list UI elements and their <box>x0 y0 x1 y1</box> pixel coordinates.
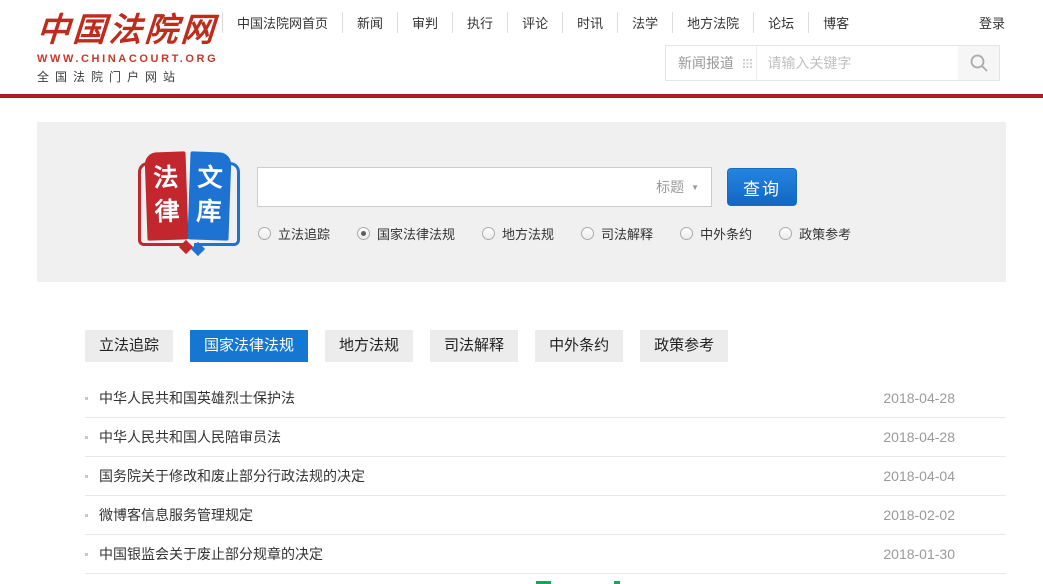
query-button[interactable]: 查询 <box>727 168 797 206</box>
top-nav-item[interactable]: 法学 <box>617 12 672 33</box>
document-title: 国务院关于修改和废止部分行政法规的决定 <box>99 466 883 486</box>
document-row[interactable]: 微博客信息服务管理规定 2018-02-02 <box>85 496 1006 535</box>
category-tab[interactable]: 立法追踪 <box>85 330 173 362</box>
top-nav-item[interactable]: 博客 <box>808 12 863 33</box>
document-title: 中华人民共和国人民陪审员法 <box>99 427 883 447</box>
document-row[interactable]: 中华人民共和国人民陪审员法 2018-04-28 <box>85 418 1006 457</box>
category-radio-group: 立法追踪 国家法律法规 地方法规 司法解释 中外条约 <box>258 224 878 243</box>
document-title: 微博客信息服务管理规定 <box>99 505 883 525</box>
bullet-icon <box>85 514 88 517</box>
site-logo-url: WWW.CHINACOURT.ORG <box>37 53 218 65</box>
category-radio[interactable]: 司法解释 <box>581 224 653 243</box>
radio-circle-icon <box>581 227 594 240</box>
top-nav-item[interactable]: 新闻 <box>342 12 397 33</box>
site-logo[interactable]: 中国法院网 WWW.CHINACOURT.ORG 全国法院门户网站 <box>37 8 218 85</box>
search-field-selector[interactable]: 标题 ▼ <box>644 168 711 206</box>
radio-circle-icon <box>258 227 271 240</box>
radio-label: 司法解释 <box>601 224 653 243</box>
top-nav-item[interactable]: 执行 <box>452 12 507 33</box>
category-tabs: 立法追踪 国家法律法规 地方法规 司法解释 中外条约 政策参考 <box>85 330 1043 362</box>
category-radio[interactable]: 国家法律法规 <box>357 224 455 243</box>
chevron-down-icon: ▼ <box>691 183 699 192</box>
book-page-left: 法 律 <box>144 151 188 240</box>
radio-label: 地方法规 <box>502 224 554 243</box>
category-tab[interactable]: 国家法律法规 <box>190 330 308 362</box>
radio-circle-icon <box>680 227 693 240</box>
magnifier-icon <box>969 53 989 73</box>
site-search-input[interactable] <box>757 46 958 80</box>
radio-circle-icon <box>779 227 792 240</box>
bullet-icon <box>85 397 88 400</box>
site-search-button[interactable] <box>958 46 999 80</box>
top-nav-item[interactable]: 评论 <box>507 12 562 33</box>
category-radio[interactable]: 立法追踪 <box>258 224 330 243</box>
document-date: 2018-04-04 <box>883 468 1006 484</box>
library-search-input[interactable] <box>258 168 711 206</box>
search-category-dropdown[interactable]: 新闻报道 <box>666 46 757 80</box>
top-nav-item[interactable]: 中国法院网首页 <box>222 12 342 33</box>
search-field-selector-value: 标题 <box>656 177 684 197</box>
bullet-icon <box>85 436 88 439</box>
radio-label: 立法追踪 <box>278 224 330 243</box>
document-row[interactable]: 国务院关于修改和废止部分行政法规的决定 2018-04-04 <box>85 457 1006 496</box>
document-title: 中华人民共和国英雄烈士保护法 <box>99 388 883 408</box>
book-page-right: 文 库 <box>187 151 231 240</box>
top-nav: 中国法院网首页 新闻 审判 执行 评论 时讯 法学 地方法院 论坛 博客 <box>222 12 863 33</box>
category-tab[interactable]: 司法解释 <box>430 330 518 362</box>
book-char: 库 <box>196 196 222 231</box>
law-library-book-logo: 法 律 文 库 <box>137 150 241 254</box>
book-char: 法 <box>153 162 179 197</box>
radio-circle-icon <box>357 227 370 240</box>
document-list: 中华人民共和国英雄烈士保护法 2018-04-28 中华人民共和国人民陪审员法 … <box>85 379 1006 574</box>
library-search-field: 标题 ▼ <box>257 167 712 207</box>
radio-label: 中外条约 <box>700 224 752 243</box>
document-row[interactable]: 中国银监会关于废止部分规章的决定 2018-01-30 <box>85 535 1006 574</box>
radio-circle-icon <box>482 227 495 240</box>
search-category-label: 新闻报道 <box>678 53 734 73</box>
bullet-icon <box>85 553 88 556</box>
document-title: 中国银监会关于废止部分规章的决定 <box>99 544 883 564</box>
category-radio[interactable]: 政策参考 <box>779 224 851 243</box>
radio-label: 政策参考 <box>799 224 851 243</box>
site-search-bar: 新闻报道 <box>665 45 1000 81</box>
category-tab[interactable]: 中外条约 <box>535 330 623 362</box>
grid-dots-icon <box>743 59 752 68</box>
header: 中国法院网 WWW.CHINACOURT.ORG 全国法院门户网站 中国法院网首… <box>0 0 1043 94</box>
book-char: 文 <box>197 162 223 197</box>
login-link[interactable]: 登录 <box>979 13 1005 32</box>
book-char: 律 <box>154 196 180 231</box>
category-radio[interactable]: 地方法规 <box>482 224 554 243</box>
category-tab[interactable]: 政策参考 <box>640 330 728 362</box>
law-library-panel: 法 律 文 库 标题 ▼ 查询 立法追踪 国家法律法规 <box>37 122 1006 282</box>
document-date: 2018-01-30 <box>883 546 1006 562</box>
document-date: 2018-04-28 <box>883 429 1006 445</box>
site-logo-subtitle: 全国法院门户网站 <box>37 68 218 85</box>
top-nav-item[interactable]: 时讯 <box>562 12 617 33</box>
category-radio[interactable]: 中外条约 <box>680 224 752 243</box>
top-nav-item[interactable]: 论坛 <box>753 12 808 33</box>
document-date: 2018-04-28 <box>883 390 1006 406</box>
category-tab[interactable]: 地方法规 <box>325 330 413 362</box>
site-logo-calligraphy: 中国法院网 <box>35 8 219 52</box>
document-row[interactable]: 中华人民共和国英雄烈士保护法 2018-04-28 <box>85 379 1006 418</box>
bullet-icon <box>85 475 88 478</box>
document-date: 2018-02-02 <box>883 507 1006 523</box>
radio-label: 国家法律法规 <box>377 224 455 243</box>
top-nav-item[interactable]: 地方法院 <box>672 12 753 33</box>
brand-red-divider <box>0 94 1043 98</box>
top-nav-item[interactable]: 审判 <box>397 12 452 33</box>
